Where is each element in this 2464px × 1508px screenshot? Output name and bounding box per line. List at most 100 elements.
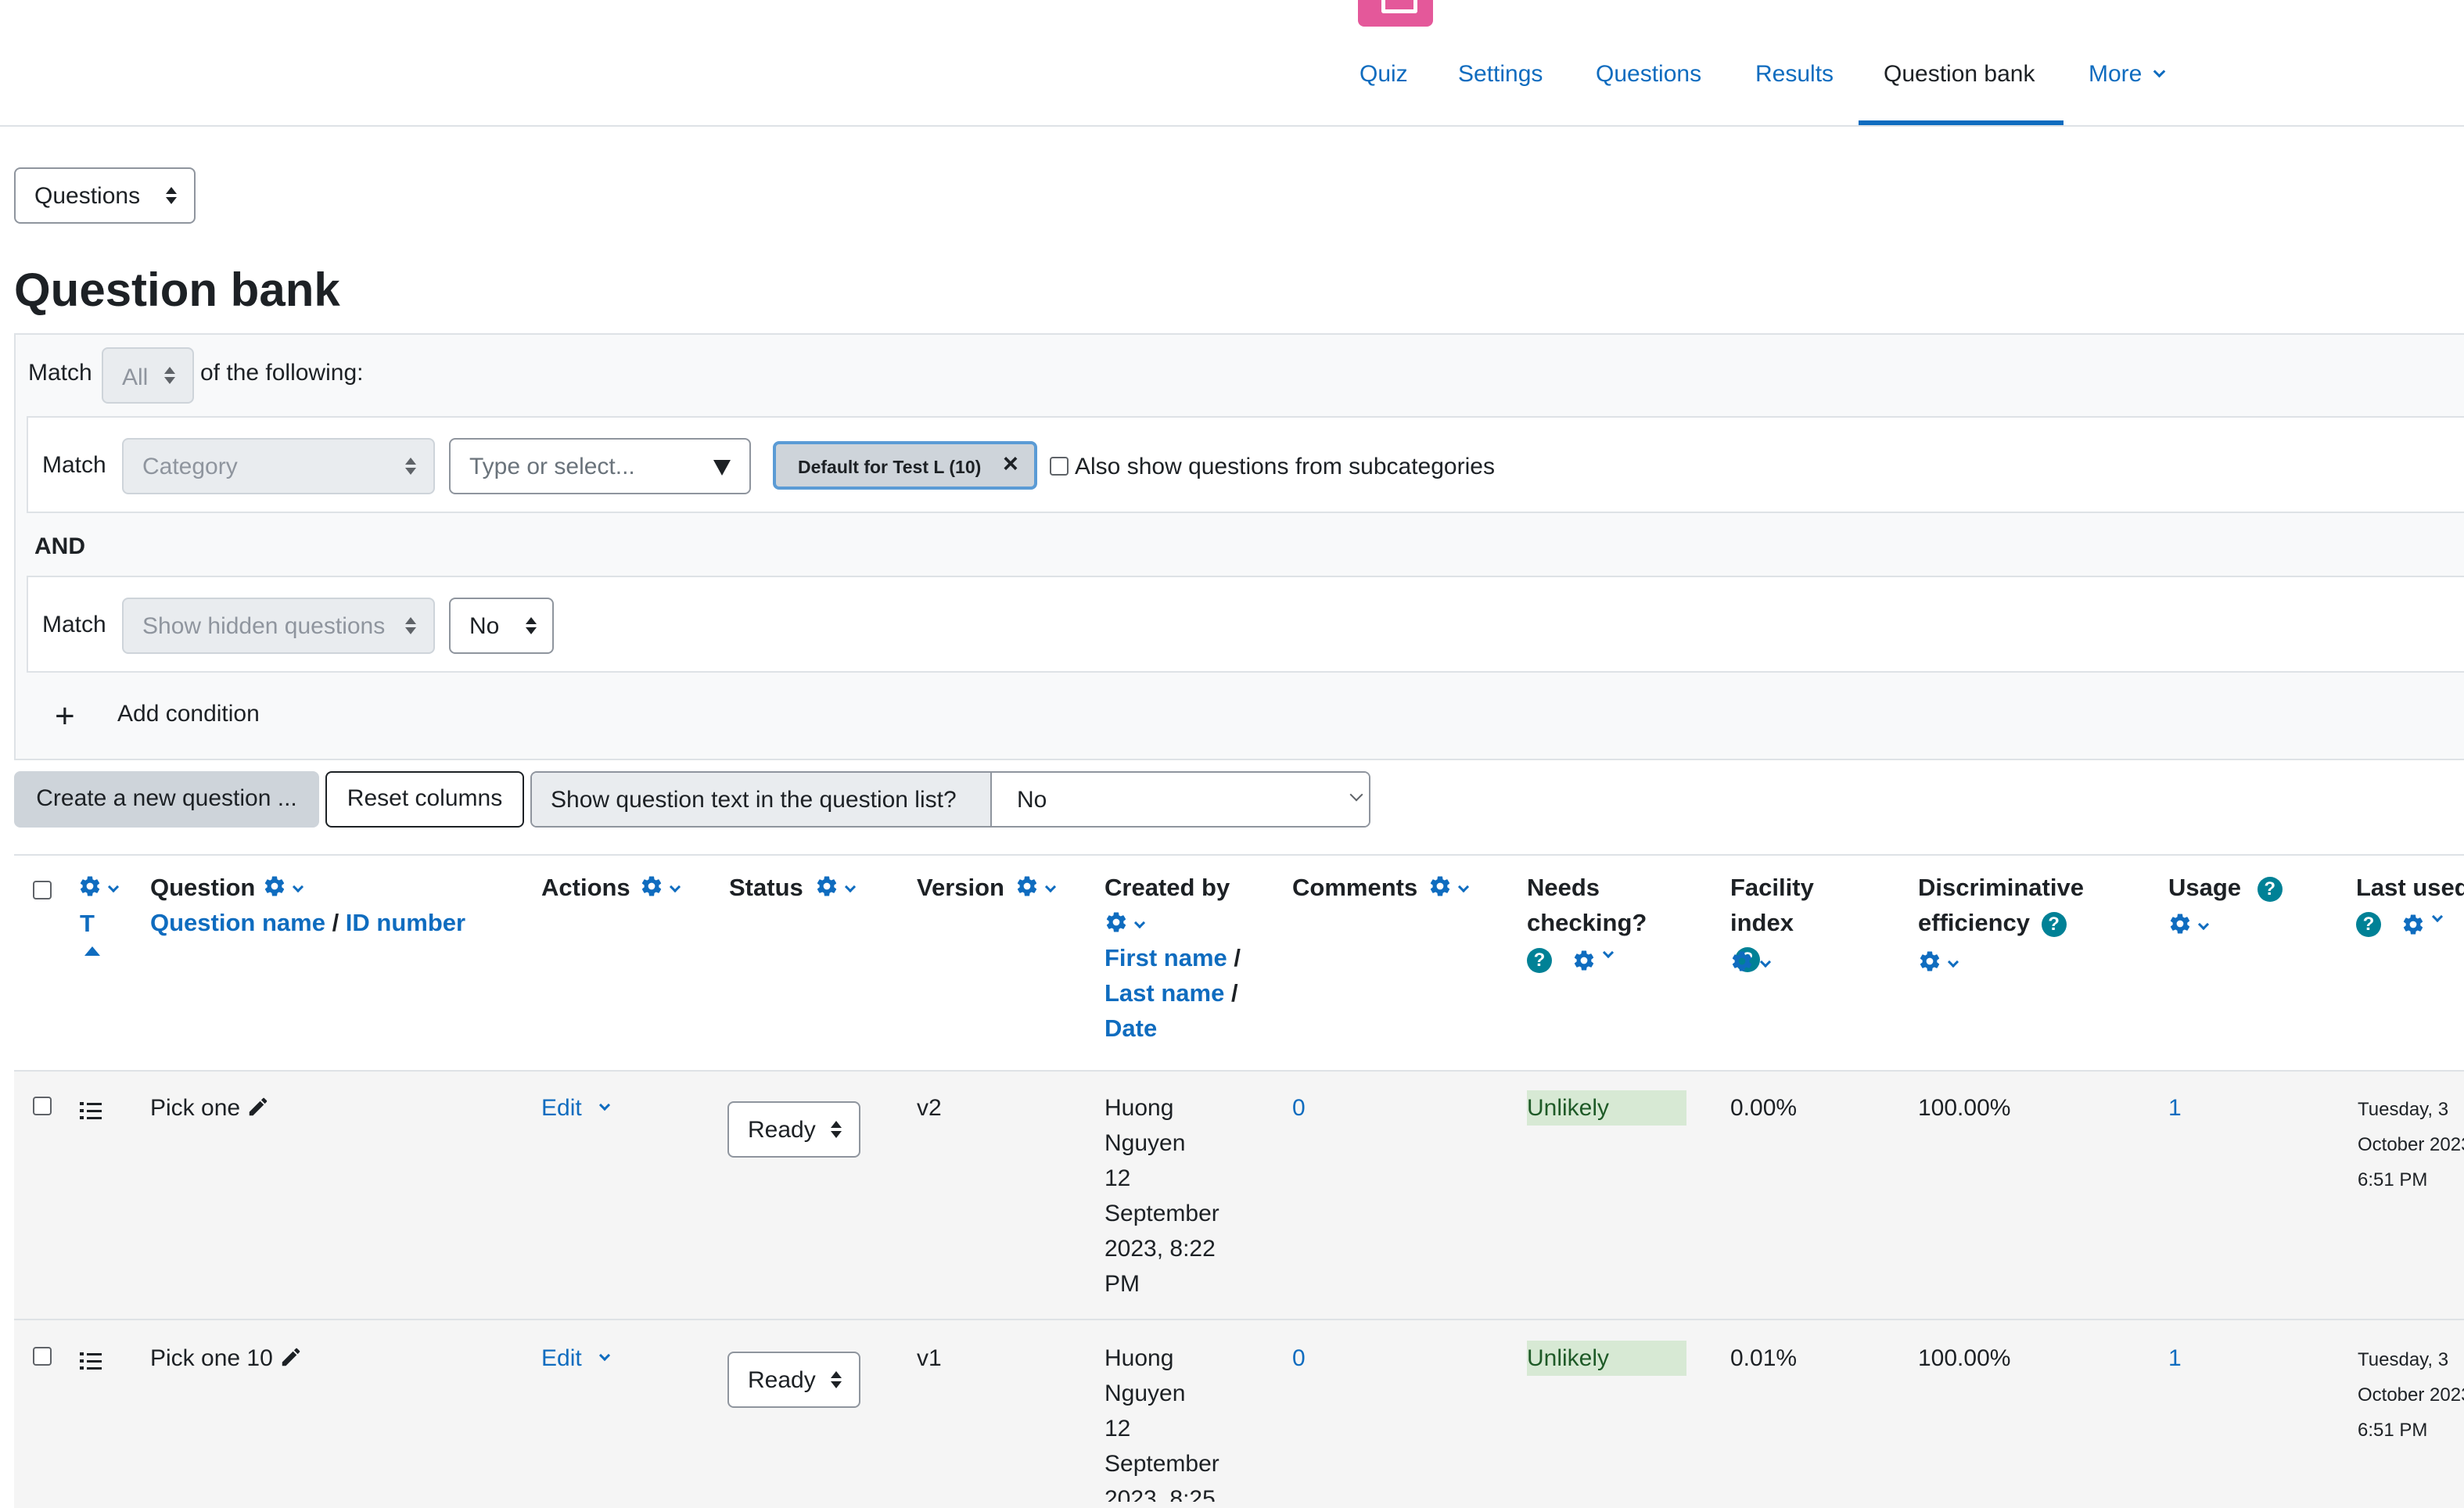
- comments-link[interactable]: 0: [1292, 1090, 1306, 1126]
- gear-icon[interactable]: [2168, 912, 2192, 935]
- category-search-placeholder: Type or select...: [469, 454, 635, 479]
- separator: /: [332, 909, 346, 936]
- tab-settings[interactable]: Settings: [1458, 61, 1543, 88]
- type-sort-controls[interactable]: [78, 874, 120, 902]
- sort-first-name-link[interactable]: First name: [1104, 944, 1227, 971]
- tab-quiz[interactable]: Quiz: [1360, 61, 1408, 88]
- hidden-value: No: [469, 613, 500, 639]
- comments-column-menu[interactable]: [1428, 874, 1470, 902]
- chevron-down-icon: [598, 1100, 611, 1111]
- condition-type-select[interactable]: Category: [122, 438, 435, 494]
- needs-checking-header: Needs checking?: [1527, 874, 1647, 936]
- facility-column-menu[interactable]: [1730, 950, 1772, 977]
- chevron-down-icon: [845, 881, 857, 892]
- close-icon[interactable]: ×: [1003, 449, 1018, 479]
- version-column-menu[interactable]: [1015, 874, 1057, 902]
- category-search-input[interactable]: Type or select...: [449, 438, 751, 494]
- created-by-line: Huong: [1104, 1345, 1174, 1371]
- gear-icon[interactable]: [815, 874, 839, 898]
- gear-icon[interactable]: [2401, 913, 2425, 936]
- created-by-line: 2023, 8:25: [1104, 1486, 1216, 1502]
- match-all-value: All: [122, 364, 149, 390]
- help-icon[interactable]: ?: [2041, 911, 2067, 937]
- gear-icon[interactable]: [1572, 949, 1596, 972]
- condition-type-select[interactable]: Show hidden questions: [122, 598, 435, 654]
- table-row: [14, 1319, 2464, 1508]
- edit-menu[interactable]: Edit: [541, 1090, 611, 1126]
- sort-id-number-link[interactable]: ID number: [346, 909, 465, 936]
- created-by-value: Huong Nguyen 12 September 2023, 8:25: [1104, 1341, 1219, 1502]
- help-icon[interactable]: ?: [2257, 876, 2283, 902]
- needs-checking-controls: ?: [1527, 946, 1614, 973]
- subcategories-checkbox[interactable]: [1050, 457, 1069, 476]
- create-question-button[interactable]: Create a new question ...: [14, 771, 319, 828]
- discriminative-value: 100.00%: [1918, 1345, 2011, 1371]
- reset-columns-button[interactable]: Reset columns: [325, 771, 524, 828]
- status-column-menu[interactable]: [815, 874, 857, 902]
- comments-link[interactable]: 0: [1292, 1341, 1306, 1376]
- condition-match-label: Match: [42, 612, 106, 637]
- match-all-select[interactable]: All: [102, 347, 194, 404]
- version-value: v2: [917, 1095, 942, 1121]
- question-column-menu[interactable]: [263, 874, 304, 902]
- tab-more[interactable]: More: [2089, 61, 2165, 88]
- plus-icon[interactable]: +: [55, 693, 75, 740]
- pencil-icon[interactable]: [246, 1095, 270, 1118]
- status-value: Ready: [748, 1117, 816, 1143]
- select-all-checkbox[interactable]: [33, 881, 52, 899]
- add-condition-button[interactable]: Add condition: [117, 701, 260, 727]
- sort-date-link[interactable]: Date: [1104, 1014, 1157, 1042]
- usage-link[interactable]: 1: [2168, 1341, 2182, 1376]
- edit-menu[interactable]: Edit: [541, 1341, 611, 1376]
- chevron-down-icon: [670, 881, 681, 892]
- show-text-select[interactable]: No: [992, 773, 1369, 826]
- sort-last-name-link[interactable]: Last name: [1104, 979, 1224, 1007]
- question-name: Pick one: [150, 1090, 270, 1126]
- needs-checking-badge: Unlikely: [1527, 1090, 1686, 1126]
- question-header-label: Question: [150, 874, 256, 901]
- status-select[interactable]: Ready: [727, 1101, 860, 1158]
- created-by-line: PM: [1104, 1271, 1140, 1297]
- gear-icon[interactable]: [263, 874, 286, 898]
- usage-column-menu[interactable]: [2168, 912, 2210, 939]
- show-text-label: Show question text in the question list?: [551, 787, 957, 813]
- multichoice-icon: [80, 1350, 102, 1376]
- gear-icon[interactable]: [1015, 874, 1039, 898]
- chevron-down-icon: [293, 881, 304, 892]
- created-by-value: Huong Nguyen 12 September 2023, 8:22 PM: [1104, 1090, 1219, 1302]
- facility-index-label: Facility index: [1730, 874, 1814, 936]
- hidden-value-select[interactable]: No: [449, 598, 554, 654]
- help-icon[interactable]: ?: [1527, 948, 1552, 973]
- facility-value: 0.00%: [1730, 1095, 1798, 1121]
- gear-icon[interactable]: [1730, 950, 1754, 973]
- tab-results[interactable]: Results: [1755, 61, 1834, 88]
- type-sort-link[interactable]: T: [80, 906, 95, 941]
- help-icon[interactable]: ?: [2356, 912, 2381, 937]
- usage-link[interactable]: 1: [2168, 1090, 2182, 1126]
- chevron-down-icon: [1045, 881, 1057, 892]
- tab-questions[interactable]: Questions: [1596, 61, 1701, 88]
- sort-question-name-link[interactable]: Question name: [150, 909, 325, 936]
- usage-header: Usage ?: [2168, 870, 2283, 905]
- chevron-down-icon: [598, 1350, 611, 1362]
- row-select-checkbox[interactable]: [33, 1097, 52, 1115]
- created-by-line: Nguyen: [1104, 1130, 1186, 1156]
- gear-icon[interactable]: [78, 874, 102, 898]
- gear-icon[interactable]: [1104, 910, 1128, 934]
- discriminative-value: 100.00%: [1918, 1095, 2011, 1121]
- pencil-icon[interactable]: [279, 1345, 303, 1369]
- tab-question-bank[interactable]: Question bank: [1884, 61, 2035, 88]
- category-chip[interactable]: Default for Test L (10) ×: [773, 441, 1037, 490]
- gear-icon[interactable]: [640, 874, 663, 898]
- last-used-header: Last used: [2356, 874, 2464, 901]
- status-select[interactable]: Ready: [727, 1352, 860, 1408]
- row-select-checkbox[interactable]: [33, 1347, 52, 1366]
- status-header: Status: [729, 874, 803, 901]
- gear-icon[interactable]: [1918, 950, 1941, 973]
- created-by-column-menu[interactable]: [1104, 910, 1146, 938]
- page-select[interactable]: Questions: [14, 167, 196, 224]
- select-arrows-icon: [526, 616, 537, 636]
- gear-icon[interactable]: [1428, 874, 1452, 898]
- discriminative-column-menu[interactable]: [1918, 950, 1959, 977]
- actions-column-menu[interactable]: [640, 874, 681, 902]
